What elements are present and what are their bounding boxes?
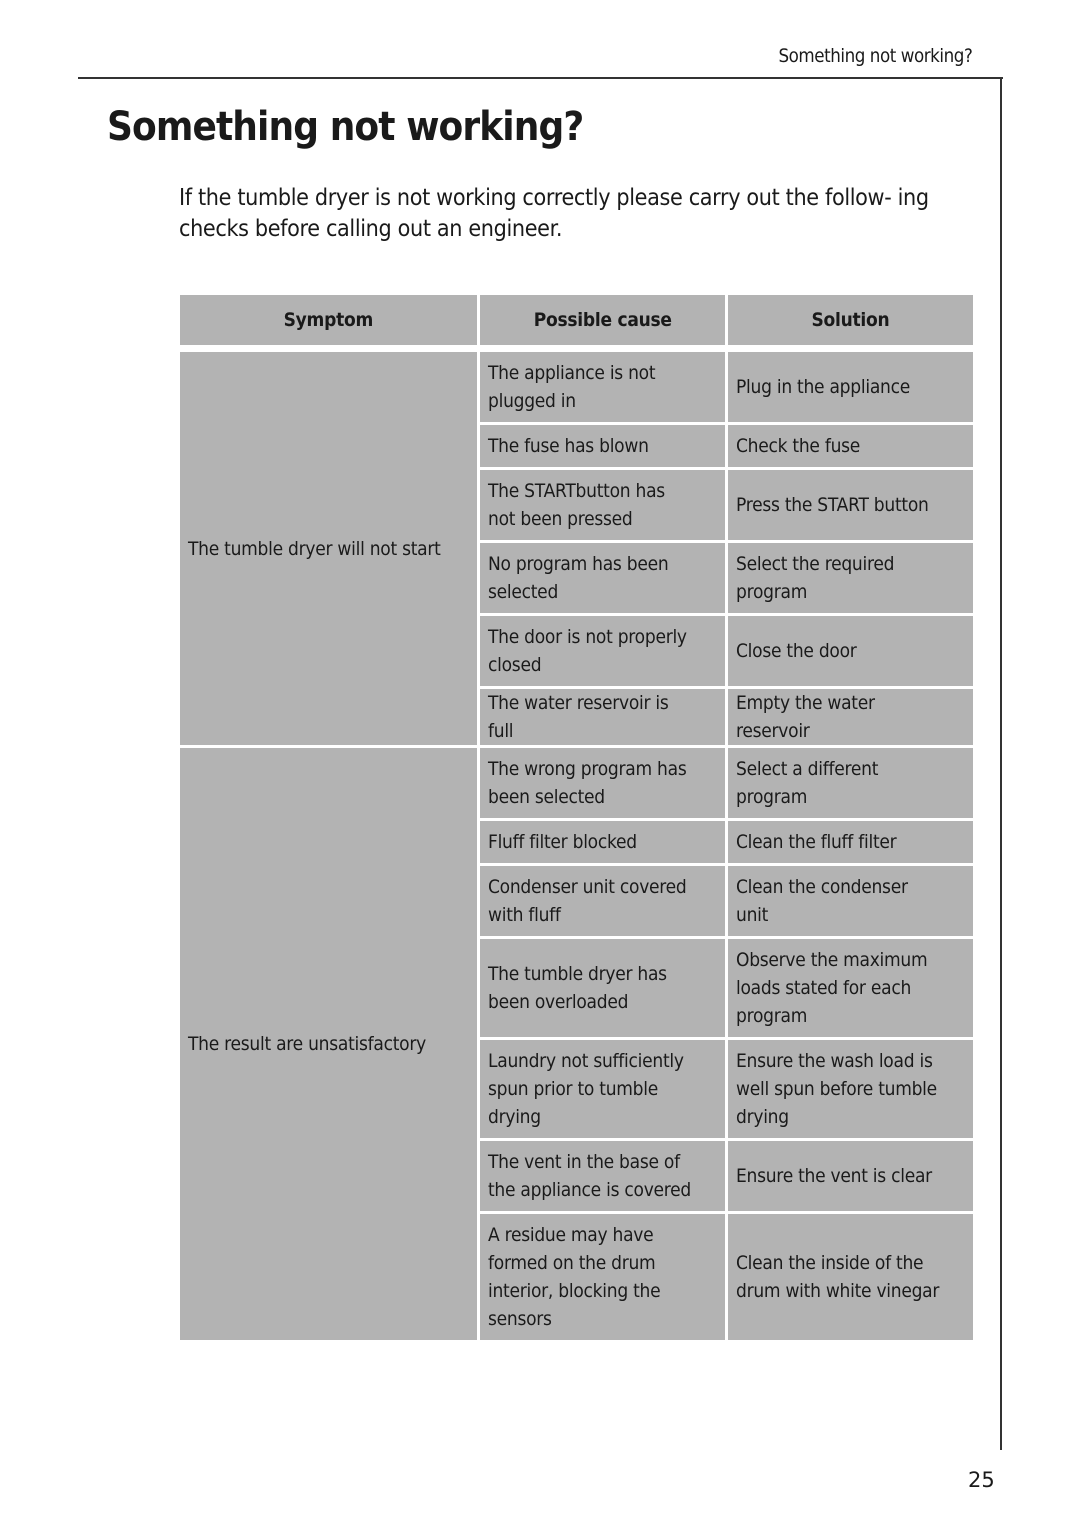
- cause-cell: The water reservoir is full: [479, 689, 726, 745]
- table-body: The tumble dryer will not start The appli…: [180, 352, 973, 1340]
- solution-cell: Select the required program: [728, 543, 973, 613]
- cause-cell: Laundry not sufficiently spun prior to t…: [479, 1040, 726, 1138]
- page-number: 25: [968, 1468, 995, 1492]
- solution-cell: Clean the fluff filter: [728, 821, 973, 863]
- solution-cell: Clean the inside of the drum with white …: [728, 1214, 973, 1340]
- cause-cell: The vent in the base of the appliance is…: [479, 1141, 726, 1211]
- table-row: The tumble dryer will not start The appli…: [180, 352, 973, 745]
- cause-cell: Condenser unit covered with fluff: [479, 866, 726, 936]
- column-header-cause: Possible cause: [479, 295, 726, 345]
- column-header-solution: Solution: [728, 295, 973, 345]
- solution-cell: Close the door: [728, 616, 973, 686]
- table-row: The result are unsatisfactory The wrong p…: [180, 748, 973, 1340]
- cause-cell: The wrong program has been selected: [479, 748, 726, 818]
- solution-cell: Empty the water reservoir: [728, 689, 973, 745]
- cause-cell: The door is not properly closed: [479, 616, 726, 686]
- solution-cell: Ensure the vent is clear: [728, 1141, 973, 1211]
- solution-cell: Clean the condenser unit: [728, 866, 973, 936]
- cause-cell: A residue may have formed on the drum in…: [479, 1214, 726, 1340]
- cause-cell: The fuse has blown: [479, 425, 726, 467]
- symptom-cell: The tumble dryer will not start: [180, 352, 477, 745]
- running-header: Something not working?: [778, 45, 972, 67]
- margin-rule: [1000, 77, 1002, 1450]
- cause-cell: The appliance is not plugged in: [479, 352, 726, 422]
- solution-cell: Check the fuse: [728, 425, 973, 467]
- troubleshooting-table: Symptom Possible cause Solution The tumb…: [177, 292, 976, 1343]
- page-title: Something not working?: [107, 104, 584, 150]
- cause-cell: The STARTbutton has not been pressed: [479, 470, 726, 540]
- column-header-symptom: Symptom: [180, 295, 477, 345]
- cause-cell: Fluff filter blocked: [479, 821, 726, 863]
- solution-cell: Ensure the wash load is well spun before…: [728, 1040, 973, 1138]
- cause-cell: The tumble dryer has been overloaded: [479, 939, 726, 1037]
- solution-cell: Select a different program: [728, 748, 973, 818]
- solution-cell: Plug in the appliance: [728, 352, 973, 422]
- header-rule: [78, 77, 1003, 79]
- solution-cell: Press the START button: [728, 470, 973, 540]
- header-spacer: [180, 348, 973, 349]
- intro-paragraph: If the tumble dryer is not working corre…: [179, 185, 929, 242]
- symptom-cell: The result are unsatisfactory: [180, 748, 477, 1340]
- table-header-row: Symptom Possible cause Solution: [180, 295, 973, 345]
- cause-cell: No program has been selected: [479, 543, 726, 613]
- solution-cell: Observe the maximum loads stated for eac…: [728, 939, 973, 1037]
